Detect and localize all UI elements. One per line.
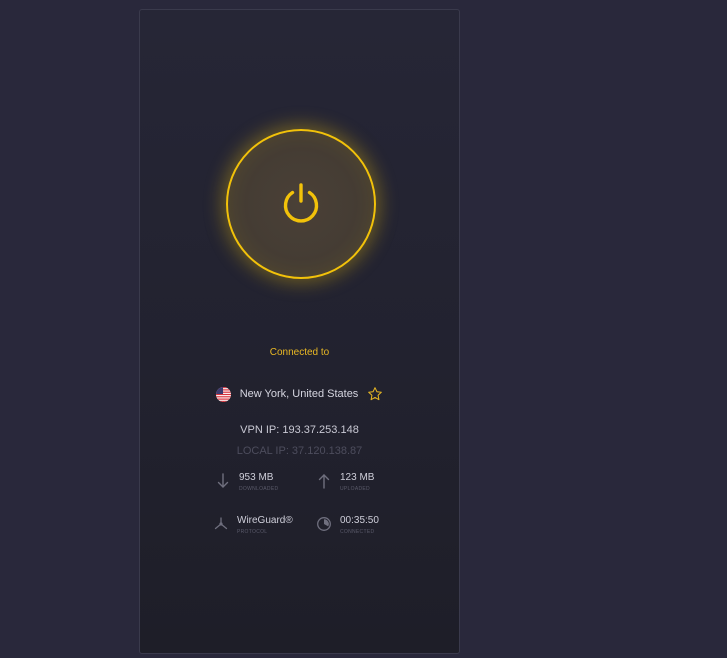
vpn-ip: VPN IP: 193.37.253.148 xyxy=(240,424,359,436)
vpn-panel: Connected to New York, United States VPN… xyxy=(139,9,460,654)
us-flag-icon xyxy=(215,386,231,402)
connection-status: Connected to xyxy=(269,347,330,358)
stat-downloaded: 953 MB DOWNLOADED xyxy=(215,472,278,492)
connected-time: 00:35:50 xyxy=(340,515,379,526)
protocol-value: WireGuard® xyxy=(237,515,293,526)
power-button[interactable] xyxy=(226,129,376,279)
stat-uploaded: 123 MB UPLOADED xyxy=(316,472,374,492)
downloaded-label: DOWNLOADED xyxy=(239,486,279,492)
protocol-label: PROTOCOL xyxy=(237,529,268,535)
timer-icon xyxy=(316,516,332,532)
arrow-down-icon xyxy=(215,473,231,489)
connected-label: CONNECTED xyxy=(340,529,375,535)
downloaded-value: 953 MB xyxy=(239,472,274,483)
location-name: New York, United States xyxy=(239,388,359,400)
stat-connected: 00:35:50 CONNECTED xyxy=(316,515,379,535)
stat-protocol: WireGuard® PROTOCOL xyxy=(213,515,293,535)
arrow-up-icon xyxy=(316,473,332,489)
uploaded-label: UPLOADED xyxy=(340,486,370,492)
uploaded-value: 123 MB xyxy=(340,472,375,483)
protocol-icon xyxy=(213,516,229,532)
star-icon[interactable] xyxy=(367,386,383,402)
power-icon xyxy=(283,183,319,223)
local-ip: LOCAL IP: 37.120.138.87 xyxy=(236,445,363,457)
location-row: New York, United States xyxy=(140,384,459,404)
